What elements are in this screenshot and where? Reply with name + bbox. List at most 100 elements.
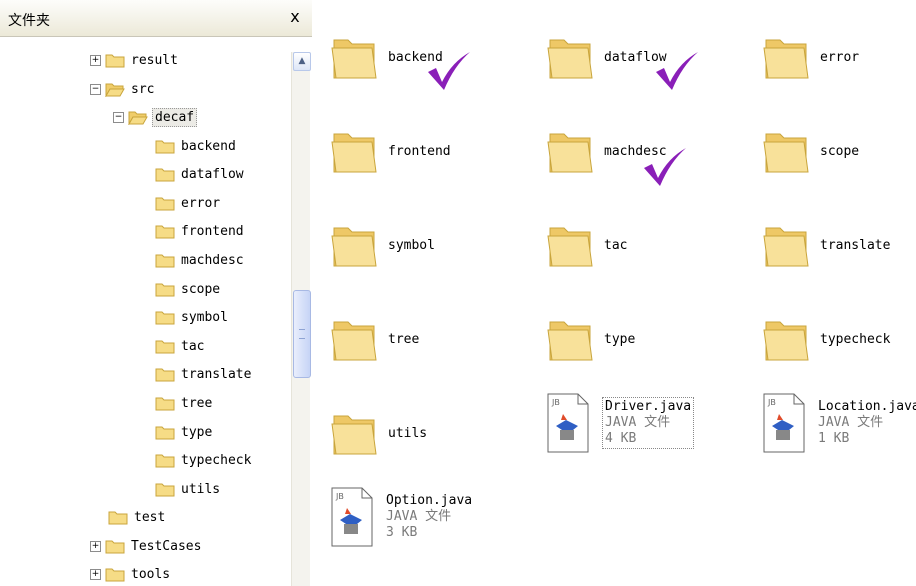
folder-item-dataflow[interactable]: dataflow bbox=[546, 32, 667, 82]
folder-label: tac bbox=[604, 237, 628, 253]
tree-node-label-selected: decaf bbox=[152, 107, 198, 127]
expand-toggle[interactable]: + bbox=[90, 54, 101, 66]
svg-text:JB: JB bbox=[335, 492, 344, 501]
folder-icon bbox=[155, 254, 175, 268]
open-folder-icon bbox=[128, 111, 148, 125]
folder-icon bbox=[155, 397, 175, 411]
folder-icon bbox=[105, 54, 125, 68]
folder-icon bbox=[155, 368, 175, 382]
java-file-icon: JB bbox=[547, 393, 589, 453]
folder-icon bbox=[155, 197, 175, 211]
folder-label: type bbox=[604, 331, 636, 347]
tree-node-src[interactable]: − src bbox=[90, 76, 156, 102]
file-name: Location.java bbox=[818, 399, 916, 414]
folder-icon bbox=[331, 39, 377, 79]
folder-item-error[interactable]: error bbox=[762, 32, 859, 82]
folder-icon bbox=[155, 483, 175, 497]
folder-icon bbox=[105, 540, 125, 554]
tree-node-label: error bbox=[181, 195, 221, 211]
folder-icon bbox=[155, 168, 175, 182]
file-type: JAVA 文件 bbox=[818, 415, 884, 430]
tree-node-tree[interactable]: tree bbox=[155, 390, 214, 416]
tree-node-label: tac bbox=[181, 338, 205, 354]
tree-node-label: tree bbox=[181, 395, 213, 411]
file-type: JAVA 文件 bbox=[605, 415, 671, 430]
tree-node-label: typecheck bbox=[181, 452, 252, 468]
tree-node-label: symbol bbox=[181, 309, 228, 325]
java-file-icon: JB bbox=[763, 393, 805, 453]
checkmark-icon bbox=[656, 52, 698, 90]
file-item-location-java[interactable]: JB Location.java JAVA 文件 1 KB bbox=[762, 392, 916, 454]
folder-item-tac[interactable]: tac bbox=[546, 220, 627, 270]
file-name: Option.java bbox=[386, 493, 473, 508]
tree-node-label: backend bbox=[181, 138, 236, 154]
tree-node-translate[interactable]: translate bbox=[155, 361, 253, 387]
tree-node-dataflow[interactable]: dataflow bbox=[155, 161, 246, 187]
folder-icon bbox=[547, 133, 593, 173]
folder-icon bbox=[763, 321, 809, 361]
tree-node-frontend[interactable]: frontend bbox=[155, 218, 246, 244]
file-size: 1 KB bbox=[818, 431, 850, 446]
folder-pane-title: 文件夹 bbox=[8, 13, 50, 29]
tree-node-typecheck[interactable]: typecheck bbox=[155, 447, 253, 473]
folder-icon bbox=[155, 283, 175, 297]
expand-toggle[interactable]: + bbox=[90, 540, 101, 552]
grip-icon bbox=[299, 329, 305, 339]
folder-label: translate bbox=[820, 237, 891, 253]
folder-tree-pane: 文件夹 x + result − src − decaf backend dat… bbox=[0, 0, 312, 586]
tree-node-label: dataflow bbox=[181, 166, 244, 182]
tree-node-type[interactable]: type bbox=[155, 419, 214, 445]
file-item-option-java[interactable]: JB Option.java JAVA 文件 3 KB bbox=[330, 486, 472, 548]
tree-node-label: tools bbox=[131, 566, 171, 582]
file-size: 4 KB bbox=[605, 431, 637, 446]
collapse-toggle[interactable]: − bbox=[90, 83, 101, 95]
close-pane-button[interactable]: x bbox=[284, 6, 306, 28]
tree-node-backend[interactable]: backend bbox=[155, 133, 238, 159]
folder-icon bbox=[155, 340, 175, 354]
file-size: 3 KB bbox=[386, 525, 418, 540]
file-type: JAVA 文件 bbox=[386, 509, 452, 524]
java-file-icon: JB bbox=[331, 487, 373, 547]
collapse-toggle[interactable]: − bbox=[113, 111, 124, 123]
tree-node-symbol[interactable]: symbol bbox=[155, 304, 230, 330]
tree-node-label: TestCases bbox=[131, 538, 202, 554]
folder-item-type[interactable]: type bbox=[546, 314, 635, 364]
folder-item-frontend[interactable]: frontend bbox=[330, 126, 451, 176]
scrollbar-thumb[interactable] bbox=[293, 290, 311, 378]
folder-item-typecheck[interactable]: typecheck bbox=[762, 314, 890, 364]
folder-item-symbol[interactable]: symbol bbox=[330, 220, 435, 270]
scroll-up-arrow-icon[interactable]: ▲ bbox=[293, 52, 311, 71]
folder-icon bbox=[331, 133, 377, 173]
file-item-driver-java[interactable]: JB Driver.java JAVA 文件 4 KB bbox=[546, 392, 695, 454]
folder-item-tree[interactable]: tree bbox=[330, 314, 419, 364]
folder-item-scope[interactable]: scope bbox=[762, 126, 859, 176]
tree-node-test[interactable]: test bbox=[108, 504, 167, 530]
svg-text:JB: JB bbox=[551, 398, 560, 407]
folder-icon bbox=[155, 311, 175, 325]
tree-node-machdesc[interactable]: machdesc bbox=[155, 247, 246, 273]
tree-node-decaf[interactable]: − decaf bbox=[113, 104, 198, 130]
folder-icon bbox=[331, 415, 377, 455]
folder-icon bbox=[155, 454, 175, 468]
tree-node-tools[interactable]: + tools bbox=[90, 561, 172, 586]
tree-node-scope[interactable]: scope bbox=[155, 276, 222, 302]
expand-toggle[interactable]: + bbox=[90, 568, 101, 580]
folder-icon bbox=[547, 39, 593, 79]
tree-node-error[interactable]: error bbox=[155, 190, 222, 216]
folder-pane-header: 文件夹 x bbox=[0, 0, 312, 37]
tree-node-result[interactable]: + result bbox=[90, 47, 180, 73]
folder-item-utils[interactable]: utils bbox=[330, 408, 427, 458]
folder-label: frontend bbox=[388, 143, 451, 159]
folder-item-translate[interactable]: translate bbox=[762, 220, 890, 270]
vertical-scrollbar[interactable]: ▲ bbox=[291, 52, 311, 586]
tree-node-testcases[interactable]: + TestCases bbox=[90, 533, 203, 559]
file-list-view: backend dataflow error frontend machdesc… bbox=[312, 0, 916, 586]
tree-node-utils[interactable]: utils bbox=[155, 476, 222, 502]
tree-node-label: scope bbox=[181, 281, 221, 297]
open-folder-icon bbox=[105, 83, 125, 97]
tree-node-label: src bbox=[131, 81, 155, 97]
folder-label: typecheck bbox=[820, 331, 891, 347]
folder-icon bbox=[331, 227, 377, 267]
tree-node-tac[interactable]: tac bbox=[155, 333, 206, 359]
folder-icon bbox=[155, 426, 175, 440]
